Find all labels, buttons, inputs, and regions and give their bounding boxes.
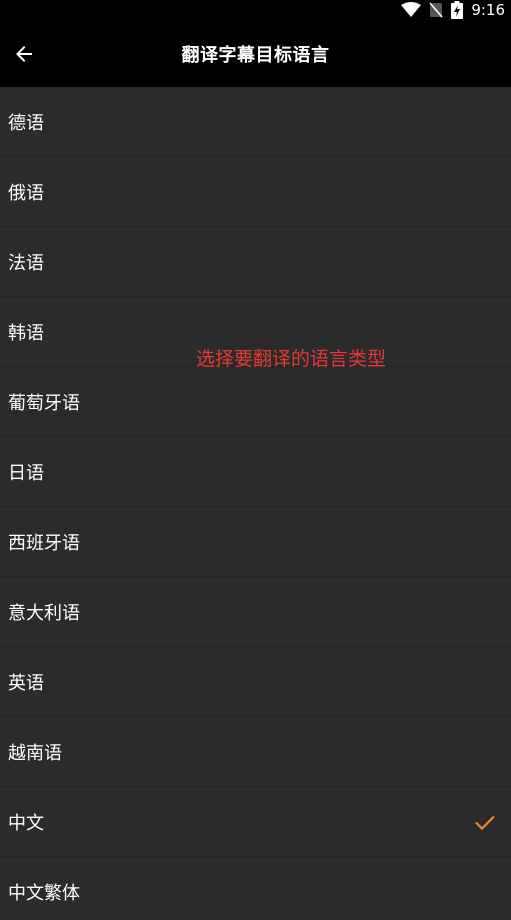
app-bar: 翻译字幕目标语言 xyxy=(0,20,511,87)
language-item[interactable]: 俄语 xyxy=(0,157,511,227)
wifi-icon xyxy=(401,2,422,18)
language-item[interactable]: 中文 xyxy=(0,787,511,857)
language-list: 德语俄语法语韩语葡萄牙语日语西班牙语意大利语英语越南语中文中文繁体 xyxy=(0,87,511,920)
hint-text: 选择要翻译的语言类型 xyxy=(196,348,387,370)
language-item[interactable]: 德语 xyxy=(0,87,511,157)
language-item[interactable]: 法语 xyxy=(0,227,511,297)
language-label: 韩语 xyxy=(8,322,44,344)
language-item[interactable]: 英语 xyxy=(0,647,511,717)
language-item[interactable]: 西班牙语 xyxy=(0,507,511,577)
language-item[interactable]: 越南语 xyxy=(0,717,511,787)
language-label: 中文 xyxy=(8,812,44,834)
language-label: 法语 xyxy=(8,252,44,274)
language-label: 英语 xyxy=(8,672,44,694)
status-bar: 9:16 xyxy=(0,0,511,20)
arrow-left-icon xyxy=(16,45,32,62)
screen: 9:16 翻译字幕目标语言 德语俄语法语韩语葡萄牙语日语西班牙语意大利语英语越南… xyxy=(0,0,511,920)
language-label: 意大利语 xyxy=(8,602,80,624)
page-title: 翻译字幕目标语言 xyxy=(181,44,330,66)
language-item[interactable]: 中文繁体 xyxy=(0,857,511,920)
language-item[interactable]: 意大利语 xyxy=(0,577,511,647)
language-label: 越南语 xyxy=(8,742,62,764)
language-item[interactable]: 葡萄牙语 xyxy=(0,367,511,437)
language-label: 日语 xyxy=(8,462,44,484)
language-label: 俄语 xyxy=(8,182,44,204)
language-label: 葡萄牙语 xyxy=(8,392,80,414)
language-label: 中文繁体 xyxy=(8,882,80,904)
back-button[interactable] xyxy=(8,38,40,70)
language-item[interactable]: 日语 xyxy=(0,437,511,507)
no-sim-icon xyxy=(429,2,443,18)
battery-charging-icon xyxy=(451,1,464,19)
language-label: 西班牙语 xyxy=(8,532,80,554)
status-time: 9:16 xyxy=(471,1,505,19)
checkmark-icon xyxy=(475,815,495,830)
language-label: 德语 xyxy=(8,112,44,134)
